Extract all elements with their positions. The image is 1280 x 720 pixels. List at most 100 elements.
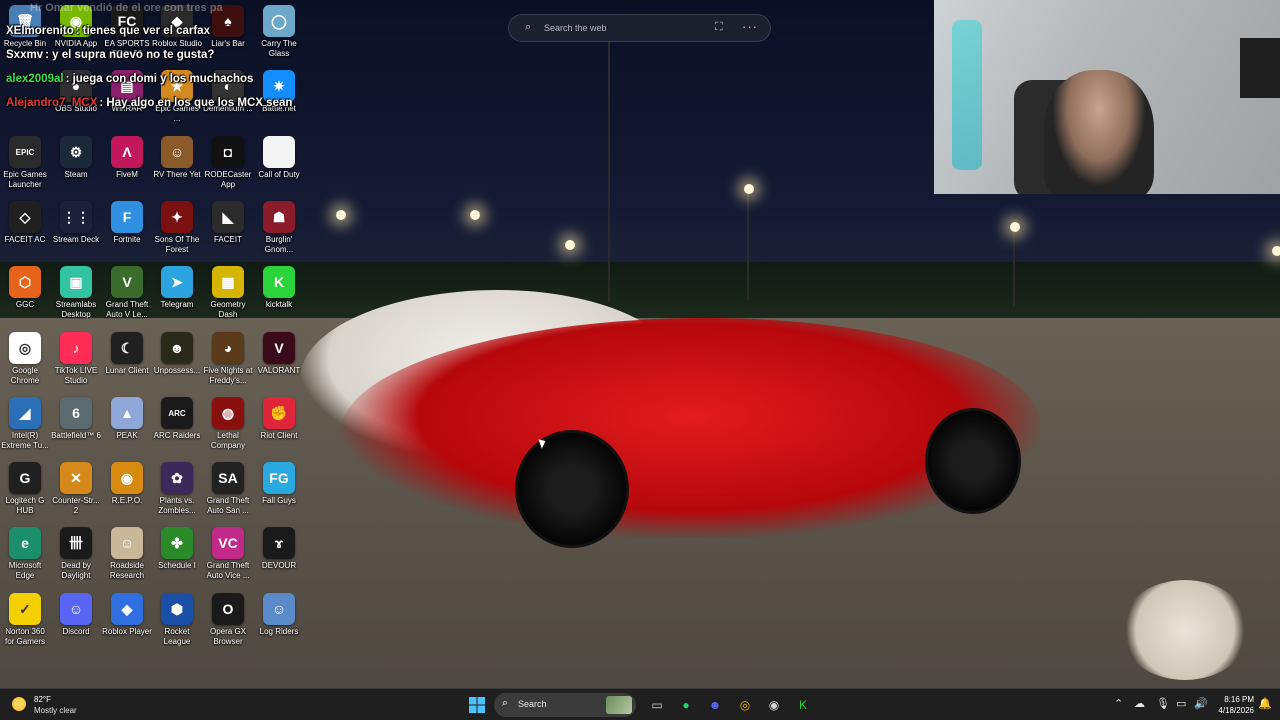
- desktop-icon-ggc[interactable]: ⬡ GGC: [0, 266, 50, 319]
- epic-games-icon: EPIC: [9, 136, 41, 168]
- desktop-icon-label: Carry The Glass: [261, 39, 297, 58]
- file-explorer-icon[interactable]: ▭: [646, 694, 668, 716]
- desktop-icon-label: Google Chrome: [10, 366, 40, 385]
- microphone-icon[interactable]: 🎙: [1156, 697, 1170, 710]
- desktop-icon-fnaf[interactable]: ◕ Five Nights at Freddy's...: [203, 332, 253, 385]
- desktop-icon-rodecaster[interactable]: ◘ RODECaster App: [203, 136, 253, 189]
- intel-xtu-icon: ◢: [9, 397, 41, 429]
- wallpaper-light-pole: [747, 190, 749, 300]
- desktop-icon-rv-there-yet[interactable]: ☺ RV There Yet: [152, 136, 202, 189]
- desktop-icon-file[interactable]: Call of Duty: [254, 136, 304, 189]
- desktop-icon-edge[interactable]: e Microsoft Edge: [0, 527, 50, 580]
- desktop-icon-peak[interactable]: ▲ PEAK: [102, 397, 152, 450]
- streamlabs-icon: ▣: [60, 266, 92, 298]
- web-search-widget[interactable]: ⌕ Search the web ⛶ ···: [508, 14, 771, 42]
- desktop-icon-schedule-i[interactable]: ✤ Schedule I: [152, 527, 202, 580]
- rocket-league-icon: ⬢: [161, 593, 193, 625]
- unpossess-icon: ☻: [161, 332, 193, 364]
- visual-search-icon[interactable]: ⛶: [715, 21, 723, 34]
- discord-icon[interactable]: ☻: [704, 694, 726, 716]
- desktop-icon-fortnite[interactable]: F Fortnite: [102, 201, 152, 254]
- desktop-icon-devour[interactable]: ɤ DEVOUR: [254, 527, 304, 580]
- desktop-icon-gta-v[interactable]: V Grand Theft Auto V Le...: [102, 266, 152, 319]
- desktop-icon-streamlabs[interactable]: ▣ Streamlabs Desktop: [51, 266, 101, 319]
- desktop-icon-tiktok[interactable]: ♪ TikTok LIVE Studio: [51, 332, 101, 385]
- desktop-icon-fivem[interactable]: Λ FiveM: [102, 136, 152, 189]
- desktop-icon-label: GGC: [15, 300, 35, 309]
- desktop-icon-roadside-research[interactable]: ☺ Roadside Research: [102, 527, 152, 580]
- desktop-icon-arc-raiders[interactable]: ARC ARC Raiders: [152, 397, 202, 450]
- desktop-icon-telegram[interactable]: ➤ Telegram: [152, 266, 202, 319]
- chevron-up-icon[interactable]: ⌃: [1114, 697, 1123, 710]
- taskbar-search[interactable]: ⌕ Search: [494, 693, 636, 717]
- desktop-icon-carry-the-glass[interactable]: ◯ Carry The Glass: [254, 5, 304, 58]
- fall-guys-icon: FG: [263, 462, 295, 494]
- desktop-icon-label: Fortnite: [113, 235, 141, 244]
- kicktalk-icon[interactable]: K: [792, 694, 814, 716]
- wallpaper-light-pole: [608, 40, 610, 302]
- desktop-icon-gta-sa[interactable]: SA Grand Theft Auto San ...: [203, 462, 253, 515]
- start-button[interactable]: [466, 694, 488, 716]
- log-riders-icon: ☺: [263, 593, 295, 625]
- desktop-icon-label: Roadside Research: [109, 561, 145, 580]
- network-icon[interactable]: ▭: [1176, 697, 1186, 710]
- counter-strike-icon: ✕: [60, 462, 92, 494]
- desktop-icon-sons-of-the-forest[interactable]: ✦ Sons Of The Forest: [152, 201, 202, 254]
- desktop-icon-battlefield[interactable]: 6 Battlefield™ 6: [51, 397, 101, 450]
- desktop-icon-roblox-player[interactable]: ◆ Roblox Player: [102, 593, 152, 646]
- weather-widget[interactable]: 82°F Mostly clear: [12, 693, 132, 717]
- desktop-icon-intel-xtu[interactable]: ◢ Intel(R) Extreme Tu...: [0, 397, 50, 450]
- spotify-icon[interactable]: ●: [675, 694, 697, 716]
- desktop-icon-faceit-ac[interactable]: ◇ FACEIT AC: [0, 201, 50, 254]
- desktop-icon-rocket-league[interactable]: ⬢ Rocket League: [152, 593, 202, 646]
- desktop-icon-steam[interactable]: ⚙ Steam: [51, 136, 101, 189]
- desktop-icon-label: Unpossess...: [153, 366, 201, 375]
- system-clock[interactable]: 8:16 PM 4/18/2026: [1218, 694, 1254, 716]
- desktop-icon-burglin-gnomes[interactable]: ☗ Burglin' Gnom...: [254, 201, 304, 254]
- desktop-icon-log-riders[interactable]: ☺ Log Riders: [254, 593, 304, 646]
- desktop-icon-kicktalk[interactable]: Kkicktalk: [254, 266, 304, 319]
- desktop-icon-repo[interactable]: ◉ R.E.P.O.: [102, 462, 152, 515]
- desktop-icon-faceit[interactable]: ◣ FACEIT: [203, 201, 253, 254]
- desktop-icon-riot-client[interactable]: ✊ Riot Client: [254, 397, 304, 450]
- desktop-icon-geometry-dash[interactable]: ▦ Geometry Dash: [203, 266, 253, 319]
- desktop-icon-label: Discord: [62, 627, 90, 636]
- rv-there-yet-icon: ☺: [161, 136, 193, 168]
- desktop-icon-norton[interactable]: ✓ Norton 360 for Gamers: [0, 593, 50, 646]
- desktop-icon-opera-gx[interactable]: O Opera GX Browser: [203, 593, 253, 646]
- volume-icon[interactable]: 🔊: [1194, 697, 1208, 710]
- desktop-icon-counter-strike[interactable]: ✕ Counter-Str... 2: [51, 462, 101, 515]
- desktop-icon-stream-deck[interactable]: ⋮⋮ Stream Deck: [51, 201, 101, 254]
- desktop-icon-dead-by-daylight[interactable]: 卌 Dead by Daylight: [51, 527, 101, 580]
- chrome-icon[interactable]: ◎: [734, 694, 756, 716]
- taskbar: 82°F Mostly clear ⌕ Search ▭ ● ☻ ◎ ◉ K ⌃ ☁ 🎙 …: [0, 688, 1280, 720]
- web-search-placeholder[interactable]: Search the web: [544, 23, 607, 33]
- desktop-icon-label: Geometry Dash: [210, 300, 246, 319]
- carry-the-glass-icon: ◯: [263, 5, 295, 37]
- desktop-icon-label: Sons Of The Forest: [154, 235, 200, 254]
- desktop-icon-lunar-client[interactable]: ☾ Lunar Client: [102, 332, 152, 385]
- desktop-icon-discord[interactable]: ☺ Discord: [51, 593, 101, 646]
- faceit-ac-icon: ◇: [9, 201, 41, 233]
- more-options-icon[interactable]: ···: [742, 19, 758, 34]
- desktop-icon-valorant[interactable]: V VALORANT: [254, 332, 304, 385]
- faceit-icon: ◣: [212, 201, 244, 233]
- geometry-dash-icon: ▦: [212, 266, 244, 298]
- desktop-icon-fall-guys[interactable]: FG Fall Guys: [254, 462, 304, 515]
- desktop-icon-lethal-company[interactable]: ◍ Lethal Company: [203, 397, 253, 450]
- tiktok-icon: ♪: [60, 332, 92, 364]
- desktop-icon-plants-vs-zombies[interactable]: ✿ Plants vs. Zombies...: [152, 462, 202, 515]
- norton-icon: ✓: [9, 593, 41, 625]
- desktop-icon-label: Streamlabs Desktop: [55, 300, 97, 319]
- desktop-icon-unpossess[interactable]: ☻ Unpossess...: [152, 332, 202, 385]
- onedrive-icon[interactable]: ☁: [1134, 697, 1145, 710]
- desktop-icon-gta-vc[interactable]: VC Grand Theft Auto Vice ...: [203, 527, 253, 580]
- desktop-icon-label: Telegram: [160, 300, 194, 309]
- taskbar-search-label: Search: [518, 699, 547, 709]
- desktop-icon-logitech[interactable]: G Logitech G HUB: [0, 462, 50, 515]
- desktop-icon-chrome[interactable]: ◎ Google Chrome: [0, 332, 50, 385]
- obs-icon[interactable]: ◉: [763, 694, 785, 716]
- desktop-icon-epic-games[interactable]: EPIC Epic Games Launcher: [0, 136, 50, 189]
- desktop-icon-label: FiveM: [116, 170, 138, 179]
- notification-bell-icon[interactable]: 🔔: [1258, 697, 1272, 710]
